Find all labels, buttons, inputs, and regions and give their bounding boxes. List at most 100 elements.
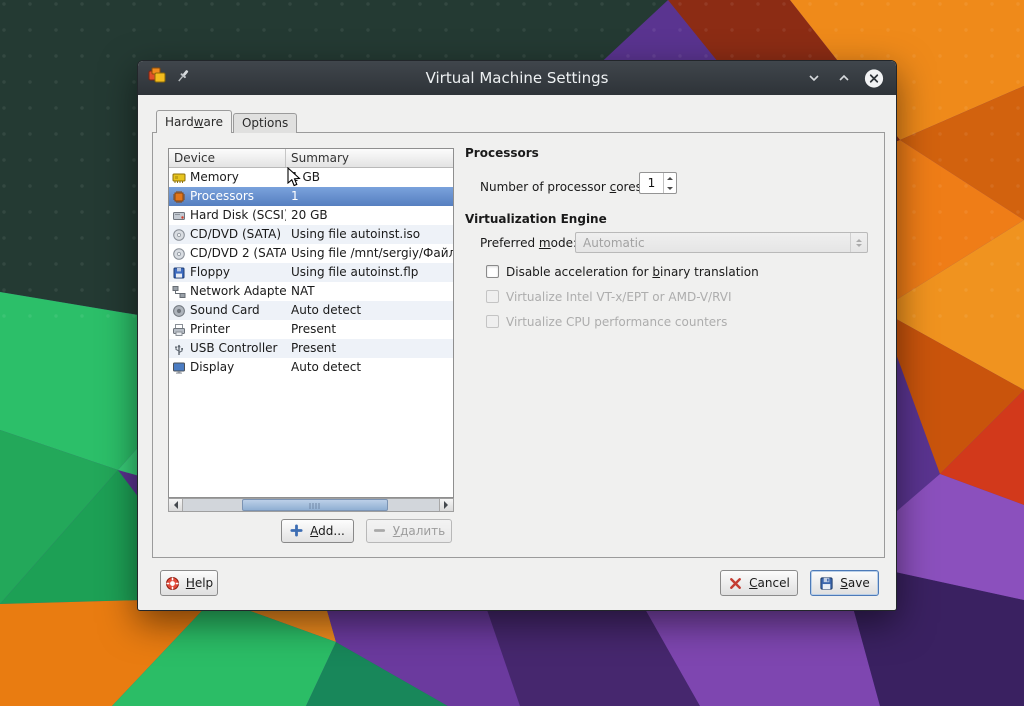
plus-icon xyxy=(290,524,305,539)
help-button[interactable]: Help xyxy=(160,570,218,596)
preferred-mode-mnemonic: m xyxy=(539,236,551,250)
summary-cell: Auto detect xyxy=(286,301,453,320)
sound-icon xyxy=(172,304,186,318)
summary-cell: Using file autoinst.flp xyxy=(286,263,453,282)
spinner-up-icon[interactable] xyxy=(664,173,676,183)
cores-value[interactable]: 1 xyxy=(640,173,663,193)
preferred-mode-dropdown: Automatic xyxy=(575,232,868,253)
scroll-left-arrow[interactable] xyxy=(169,499,183,511)
dropdown-arrows-icon xyxy=(850,233,867,252)
hard-disk-icon xyxy=(172,209,186,223)
help-lifebuoy-icon xyxy=(165,576,180,591)
checkbox-disable-acceleration[interactable]: Disable acceleration for binary translat… xyxy=(486,264,759,279)
table-row-sound-card[interactable]: Sound Card Auto detect xyxy=(169,301,453,320)
tab-hardware[interactable]: Hardware xyxy=(156,110,232,133)
table-row-processors[interactable]: Processors 1 xyxy=(169,187,453,206)
checkbox-label: Virtualize CPU performance counters xyxy=(506,315,727,329)
cb0-mnemonic: b xyxy=(652,265,660,279)
device-name: Display xyxy=(190,358,234,377)
checkbox-virtualize-vtx: Virtualize Intel VT-x/EPT or AMD-V/RVI xyxy=(486,289,732,304)
cores-spinner[interactable]: 1 xyxy=(639,172,677,194)
device-cell: CD/DVD (SATA) xyxy=(169,225,286,244)
cancel-mnemonic: C xyxy=(749,576,757,590)
tab-hardware-label-end: are xyxy=(204,115,223,129)
network-icon xyxy=(172,285,186,299)
tab-hardware-mnemonic: w xyxy=(194,115,204,129)
device-cell: Hard Disk (SCSI) xyxy=(169,206,286,225)
memory-icon xyxy=(172,171,186,185)
scrollbar-track[interactable] xyxy=(183,499,439,511)
titlebar[interactable]: Virtual Machine Settings xyxy=(138,61,896,95)
cores-label: Number of processor cores: xyxy=(480,180,646,194)
device-cell: Display xyxy=(169,358,286,377)
table-row-display[interactable]: Display Auto detect xyxy=(169,358,453,377)
processor-icon xyxy=(172,190,186,204)
checkbox-box xyxy=(486,290,499,303)
help-mnemonic: H xyxy=(186,576,195,590)
table-row-cd-dvd-2[interactable]: CD/DVD 2 (SATA) Using file /mnt/sergiy/Ф… xyxy=(169,244,453,263)
cancel-label-end: ancel xyxy=(758,576,790,590)
table-row-cd-dvd[interactable]: CD/DVD (SATA) Using file autoinst.iso xyxy=(169,225,453,244)
summary-column-header: Summary xyxy=(286,149,453,167)
device-cell: Network Adapter xyxy=(169,282,286,301)
horizontal-scrollbar[interactable] xyxy=(168,498,454,512)
device-name: CD/DVD (SATA) xyxy=(190,225,281,244)
hardware-tab-panel: Device Summary Memory 1 GB Processors 1 xyxy=(152,132,885,558)
display-icon xyxy=(172,361,186,375)
cores-label-start: Number of processor xyxy=(480,180,610,194)
minimize-chevron-down-icon[interactable] xyxy=(804,68,824,88)
window-title: Virtual Machine Settings xyxy=(138,61,896,95)
checkbox-box[interactable] xyxy=(486,265,499,278)
tab-options-label: Options xyxy=(242,116,288,130)
device-name: USB Controller xyxy=(190,339,277,358)
summary-cell: Using file /mnt/sergiy/Файлы/Ди xyxy=(286,244,453,263)
printer-icon xyxy=(172,323,186,337)
spinner-buttons xyxy=(663,173,676,193)
table-row-hard-disk[interactable]: Hard Disk (SCSI) 20 GB xyxy=(169,206,453,225)
table-row-memory[interactable]: Memory 1 GB xyxy=(169,168,453,187)
summary-cell: 1 xyxy=(286,187,453,206)
table-row-usb-controller[interactable]: USB Controller Present xyxy=(169,339,453,358)
scrollbar-thumb[interactable] xyxy=(242,499,388,511)
device-cell: Processors xyxy=(169,187,286,206)
remove-button-label: Удалить xyxy=(393,524,446,538)
save-floppy-icon xyxy=(819,576,834,591)
help-button-label: Help xyxy=(186,576,213,590)
preferred-mode-value: Automatic xyxy=(583,236,645,250)
tab-hardware-label: Hard xyxy=(165,115,194,129)
help-label-end: elp xyxy=(195,576,213,590)
spinner-down-icon[interactable] xyxy=(664,183,676,193)
device-name: Sound Card xyxy=(190,301,260,320)
table-row-printer[interactable]: Printer Present xyxy=(169,320,453,339)
add-label-end: dd... xyxy=(318,524,345,538)
tab-options[interactable]: Options xyxy=(233,113,297,133)
cancel-button[interactable]: Cancel xyxy=(720,570,798,596)
cb0-label-start: Disable acceleration for xyxy=(506,265,652,279)
table-row-floppy[interactable]: Floppy Using file autoinst.flp xyxy=(169,263,453,282)
device-cell: USB Controller xyxy=(169,339,286,358)
cancel-x-icon xyxy=(728,576,743,591)
cd-icon xyxy=(172,228,186,242)
cancel-button-label: Cancel xyxy=(749,576,790,590)
remove-button: Удалить xyxy=(366,519,452,543)
minus-icon xyxy=(373,524,388,539)
preferred-mode-label-start: Preferred xyxy=(480,236,539,250)
summary-cell: NAT xyxy=(286,282,453,301)
table-row-network-adapter[interactable]: Network Adapter NAT xyxy=(169,282,453,301)
floppy-icon xyxy=(172,266,186,280)
add-mnemonic: A xyxy=(310,524,318,538)
usb-icon xyxy=(172,342,186,356)
scroll-right-arrow[interactable] xyxy=(439,499,453,511)
add-button[interactable]: Add... xyxy=(281,519,354,543)
checkbox-label: Disable acceleration for binary translat… xyxy=(506,265,759,279)
device-name: Processors xyxy=(190,187,254,206)
summary-cell: Auto detect xyxy=(286,358,453,377)
save-button[interactable]: Save xyxy=(810,570,879,596)
summary-cell: Present xyxy=(286,339,453,358)
close-icon[interactable] xyxy=(864,68,884,88)
vm-settings-window: Virtual Machine Settings Hardware Option… xyxy=(137,60,897,611)
device-column-header: Device xyxy=(169,149,286,167)
summary-cell: 20 GB xyxy=(286,206,453,225)
preferred-mode-label: Preferred mode: xyxy=(480,236,577,250)
maximize-chevron-up-icon[interactable] xyxy=(834,68,854,88)
